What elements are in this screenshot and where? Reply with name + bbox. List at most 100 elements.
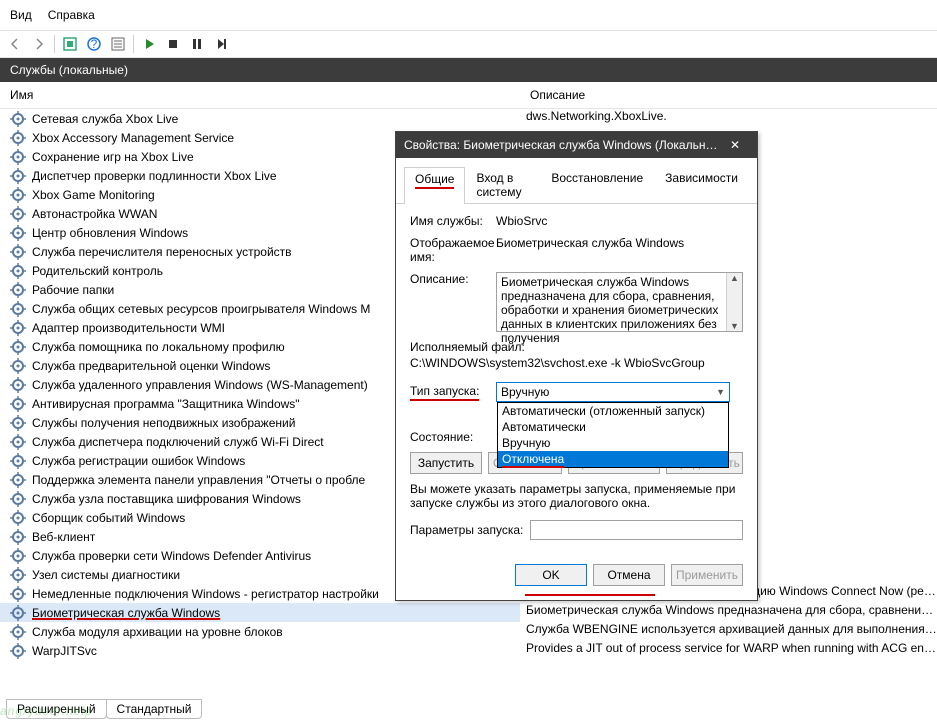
menu-help[interactable]: Справка (42, 4, 101, 26)
pane-header: Службы (локальные) (0, 58, 937, 82)
forward-icon[interactable] (28, 33, 50, 55)
service-name: Поддержка элемента панели управления "От… (32, 473, 365, 487)
close-icon[interactable]: ✕ (721, 138, 749, 152)
service-name: Служба общих сетевых ресурсов проигрыват… (32, 302, 370, 316)
dropdown-option[interactable]: Автоматически (498, 419, 728, 435)
gear-icon (10, 377, 26, 393)
service-name: Служба проверки сети Windows Defender An… (32, 549, 311, 563)
back-icon[interactable] (4, 33, 26, 55)
pause-icon[interactable] (186, 33, 208, 55)
gear-icon (10, 320, 26, 336)
label-state: Состояние: (410, 430, 496, 444)
service-name: Служба диспетчера подключений служб Wi-F… (32, 435, 324, 449)
properties-icon[interactable] (59, 33, 81, 55)
gear-icon (10, 187, 26, 203)
service-row[interactable]: WarpJITSvc (0, 641, 520, 660)
dialog-body: Имя службы: WbioSrvc Отображаемое имя: Б… (396, 204, 757, 554)
restart-icon[interactable] (210, 33, 232, 55)
service-name: Адаптер производительности WMI (32, 321, 225, 335)
gear-icon (10, 472, 26, 488)
scroll-up-icon[interactable]: ▲ (730, 273, 739, 283)
cancel-button[interactable]: Отмена (593, 564, 665, 586)
startup-type-value: Вручную (501, 385, 549, 399)
scroll-down-icon[interactable]: ▼ (730, 321, 739, 331)
gear-icon (10, 643, 26, 659)
description-box[interactable]: Биометрическая служба Windows предназнач… (496, 272, 743, 332)
gear-icon (10, 491, 26, 507)
service-name: Родительский контроль (32, 264, 163, 278)
service-name: Центр обновления Windows (32, 226, 188, 240)
service-name: Служба помощника по локальному профилю (32, 340, 285, 354)
startup-hint: Вы можете указать параметры запуска, при… (410, 482, 743, 510)
startup-type-dropdown[interactable]: Автоматически (отложенный запуск)Автомат… (497, 402, 729, 468)
service-name: Службы получения неподвижных изображений (32, 416, 295, 430)
gear-icon (10, 358, 26, 374)
column-headers: Имя Описание (0, 82, 937, 109)
col-desc[interactable]: Описание (520, 82, 595, 108)
stop-icon[interactable] (162, 33, 184, 55)
service-row[interactable]: Сетевая служба Xbox Live (0, 109, 520, 128)
service-name: Служба регистрации ошибок Windows (32, 454, 245, 468)
description-text: Биометрическая служба Windows предназнач… (501, 275, 718, 345)
label-exe: Исполняемый файл: (410, 340, 743, 354)
dropdown-option[interactable]: Вручную (498, 435, 728, 451)
service-name: Антивирусная программа "Защитника Window… (32, 397, 300, 411)
gear-icon (10, 301, 26, 317)
service-name: Сборщик событий Windows (32, 511, 185, 525)
label-service-name: Имя службы: (410, 214, 496, 228)
service-name: Узел системы диагностики (32, 568, 180, 582)
gear-icon (10, 130, 26, 146)
label-startup-type: Тип запуска: (410, 384, 496, 401)
scrollbar[interactable]: ▲ ▼ (726, 273, 742, 331)
chevron-down-icon: ▼ (716, 387, 725, 397)
apply-button: Применить (671, 564, 743, 586)
dialog-titlebar[interactable]: Свойства: Биометрическая служба Windows … (396, 132, 757, 158)
gear-icon (10, 206, 26, 222)
gear-icon (10, 168, 26, 184)
label-display-name: Отображаемое имя: (410, 236, 496, 264)
startup-type-select[interactable]: Вручную ▼ Автоматически (отложенный запу… (496, 382, 730, 402)
service-name: Сохранение игр на Xbox Live (32, 150, 194, 164)
gear-icon (10, 263, 26, 279)
dropdown-option[interactable]: Отключена (498, 451, 728, 467)
gear-icon (10, 244, 26, 260)
tab-logon[interactable]: Вход в систему (465, 166, 540, 203)
gear-icon (10, 586, 26, 602)
gear-icon (10, 149, 26, 165)
service-name: Xbox Game Monitoring (32, 188, 155, 202)
gear-icon (10, 510, 26, 526)
service-description: Provides a JIT out of process service fo… (520, 641, 937, 660)
service-name: Служба узла поставщика шифрования Window… (32, 492, 301, 506)
service-name: Биометрическая служба Windows (32, 606, 220, 620)
service-row[interactable]: Биометрическая служба Windows (0, 603, 520, 622)
help-icon[interactable]: ? (83, 33, 105, 55)
tab-standard[interactable]: Стандартный (106, 699, 203, 719)
col-name[interactable]: Имя (0, 82, 520, 108)
properties-dialog: Свойства: Биометрическая служба Windows … (395, 131, 758, 601)
start-icon[interactable] (138, 33, 160, 55)
dropdown-option[interactable]: Автоматически (отложенный запуск) (498, 403, 728, 419)
svg-text:?: ? (91, 37, 98, 51)
gear-icon (10, 415, 26, 431)
service-name: Служба удаленного управления Windows (WS… (32, 378, 368, 392)
refresh-icon[interactable] (107, 33, 129, 55)
bottom-tabs: Расширенный Стандартный (6, 699, 201, 719)
service-row[interactable]: Служба модуля архивации на уровне блоков (0, 622, 520, 641)
service-name: Служба перечислителя переносных устройст… (32, 245, 292, 259)
gear-icon (10, 434, 26, 450)
menu-view[interactable]: Вид (4, 4, 38, 26)
gear-icon (10, 111, 26, 127)
service-name: Служба модуля архивации на уровне блоков (32, 625, 283, 639)
start-button[interactable]: Запустить (410, 452, 482, 474)
tab-extended[interactable]: Расширенный (6, 699, 107, 719)
tab-dependencies[interactable]: Зависимости (654, 166, 749, 203)
service-name: Xbox Accessory Management Service (32, 131, 234, 145)
tab-recovery[interactable]: Восстановление (540, 166, 654, 203)
value-exe: C:\WINDOWS\system32\svchost.exe -k WbioS… (410, 356, 743, 370)
value-service-name: WbioSrvc (496, 214, 743, 228)
gear-icon (10, 605, 26, 621)
ok-button[interactable]: OK (515, 564, 587, 586)
gear-icon (10, 225, 26, 241)
start-params-input[interactable] (530, 520, 743, 540)
tab-general[interactable]: Общие (404, 167, 465, 204)
